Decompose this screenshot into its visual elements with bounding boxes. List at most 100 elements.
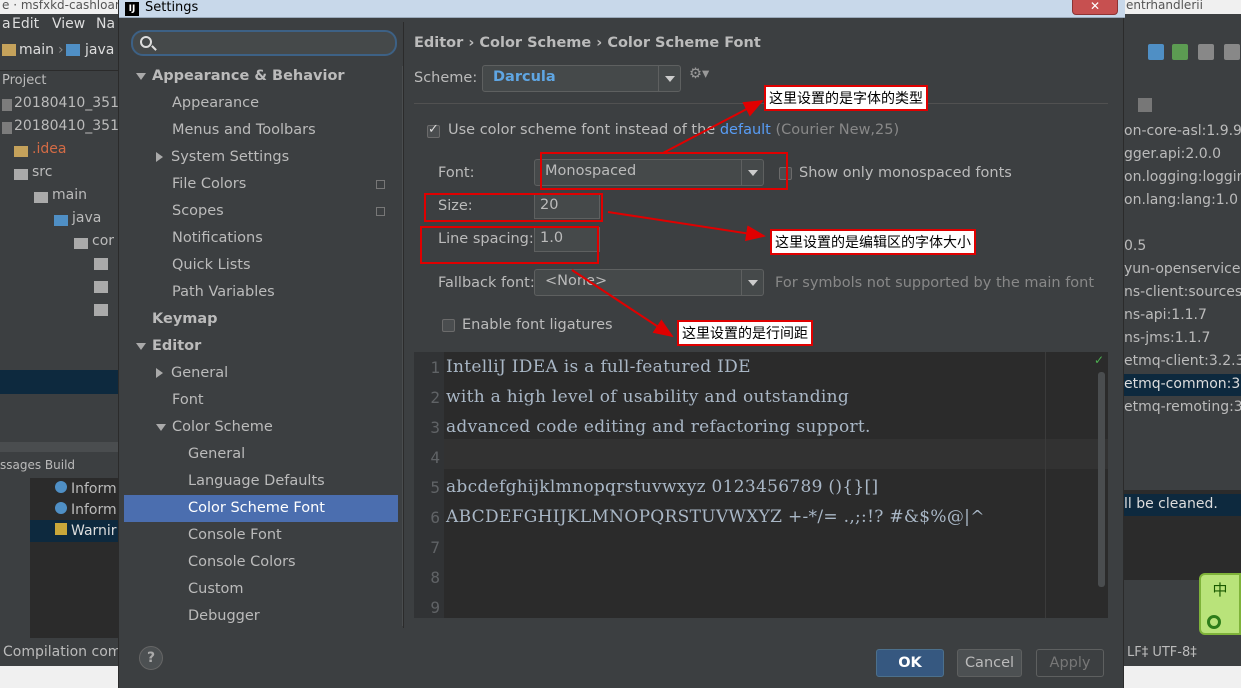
annotation-line-spacing: 这里设置的是行间距 (677, 320, 813, 346)
chevron-down-icon[interactable] (136, 342, 146, 350)
chevron-down-icon[interactable] (136, 72, 146, 80)
chevron-down-icon[interactable] (156, 423, 166, 431)
bg-lib-item[interactable]: ns-client:sources:1 (1124, 284, 1241, 300)
cancel-button[interactable]: Cancel (957, 649, 1022, 677)
help-button[interactable]: ? (139, 646, 163, 670)
bg-tree-item[interactable]: src (14, 164, 52, 186)
bg-lib-item[interactable]: 0.5 (1124, 238, 1146, 254)
bg-menu-edit[interactable]: Edit (12, 16, 39, 32)
bg-project-tree: 20180410_3511 20180410_3511 .idea src ma… (0, 93, 118, 448)
settings-tree-label: Color Scheme (172, 419, 273, 435)
bg-lib-item[interactable]: gger.api:2.0.0 (1124, 146, 1221, 162)
bg-lib-item[interactable]: on.logging:logging (1124, 169, 1241, 185)
bg-lib-item[interactable]: on.lang:lang:1.0 (1124, 192, 1238, 208)
settings-tree-label: Notifications (172, 230, 263, 246)
settings-tree-item[interactable]: Appearance (156, 90, 259, 117)
vcs-icon[interactable] (1148, 44, 1164, 60)
bg-message-item[interactable]: Inform (55, 502, 117, 518)
bg-message-item[interactable]: Warnir (55, 523, 117, 539)
ok-button[interactable]: OK (876, 649, 944, 677)
settings-tree-item[interactable]: Keymap (136, 306, 218, 333)
bg-tree-item[interactable]: main (34, 187, 87, 209)
breadcrumb: Editor › Color Scheme › Color Scheme Fon… (414, 35, 761, 51)
chevron-right-icon[interactable] (156, 368, 163, 378)
bg-lib-item[interactable]: on-core-asl:1.9.9 (1124, 123, 1241, 139)
settings-tree-item[interactable]: Color Scheme (156, 414, 273, 441)
apply-button[interactable]: Apply (1036, 649, 1104, 677)
settings-tree-label: Path Variables (172, 284, 275, 300)
revert-icon[interactable] (1224, 44, 1240, 60)
use-scheme-font-label: Use color scheme font instead of the def… (448, 122, 900, 138)
gear-icon[interactable]: ⚙▾ (689, 66, 709, 82)
bg-lib-item[interactable]: etmq-common:3. (1124, 376, 1241, 392)
settings-tree-item[interactable]: Language Defaults (172, 468, 325, 495)
settings-tree-item[interactable]: Quick Lists (156, 252, 251, 279)
fallback-hint: For symbols not supported by the main fo… (775, 275, 1095, 291)
settings-tree-item[interactable]: Path Variables (156, 279, 275, 306)
bg-menu-nav[interactable]: Na (96, 16, 115, 32)
preview-text-line: with a high level of usability and outst… (446, 387, 850, 407)
settings-tree-item[interactable]: Scopes (156, 198, 224, 225)
settings-tree-label: System Settings (171, 149, 290, 165)
info-icon (55, 502, 67, 514)
line-number: 8 (430, 568, 440, 587)
settings-tree-item[interactable]: General (156, 360, 228, 387)
bg-lib-item[interactable]: etmq-remoting:3 (1124, 399, 1241, 415)
bg-tree-item[interactable]: cor (74, 233, 114, 255)
gear-icon[interactable] (1207, 615, 1221, 629)
bg-lib-item[interactable]: etmq-client:3.2.3 (1124, 353, 1241, 369)
preview-scrollbar[interactable] (1098, 372, 1105, 587)
settings-tree-item[interactable]: Menus and Toolbars (156, 117, 316, 144)
bg-lib-item[interactable]: ns-jms:1.1.7 (1124, 330, 1210, 346)
settings-tree-item[interactable]: Console Font (172, 522, 282, 549)
settings-tree-item[interactable]: Notifications (156, 225, 263, 252)
settings-tree-item[interactable]: Debugger (172, 603, 260, 628)
bg-message-item[interactable]: Inform (55, 481, 117, 497)
bg-tree-item[interactable]: .idea (14, 141, 66, 163)
default-font-link[interactable]: default (720, 122, 771, 138)
vcs-update-icon[interactable] (1172, 44, 1188, 60)
settings-tree-item[interactable]: File Colors (156, 171, 246, 198)
use-scheme-font-checkbox[interactable] (427, 122, 440, 138)
bg-nav-main[interactable]: main (19, 42, 54, 58)
bg-status-left: Compilation com (0, 642, 118, 666)
module-icon (2, 99, 12, 111)
ime-toolbar[interactable]: 中 (1199, 573, 1241, 635)
bg-status-right[interactable]: LF‡ UTF-8‡ (1127, 645, 1197, 660)
settings-icon[interactable] (1138, 98, 1152, 112)
folder-icon (54, 215, 68, 226)
bg-tree-item[interactable]: 20180410_3511 (2, 95, 118, 117)
annotation-line-spacing-box (420, 226, 599, 264)
settings-tree-item[interactable]: Font (156, 387, 204, 414)
chevron-right-icon[interactable] (156, 152, 163, 162)
settings-tree-item[interactable]: General (172, 441, 245, 468)
bg-navbar: main › java (0, 40, 118, 66)
scheme-dropdown[interactable]: Darcula (482, 65, 681, 92)
preview-text-line: advanced code editing and refactoring su… (446, 417, 871, 437)
settings-search-input[interactable] (131, 30, 397, 56)
settings-tree-item[interactable]: Appearance & Behavior (136, 63, 345, 90)
bg-lib-item[interactable]: ns-api:1.1.7 (1124, 307, 1207, 323)
bg-lib-item[interactable]: yun-openservices (1124, 261, 1241, 277)
line-number: 4 (430, 448, 440, 467)
bg-tree-item[interactable]: java (54, 210, 101, 232)
bg-splitter[interactable] (0, 442, 118, 452)
bg-console-text: ll be cleaned. (1124, 496, 1218, 512)
bg-menu-view[interactable]: View (52, 16, 85, 32)
close-button[interactable]: ✕ (1072, 0, 1118, 15)
scheme-value: Darcula (493, 69, 556, 85)
dialog-titlebar[interactable]: IJ Settings (119, 0, 1125, 18)
settings-tree-item[interactable]: Color Scheme Font (124, 495, 398, 522)
settings-tree-item[interactable]: Custom (172, 576, 244, 603)
history-icon[interactable] (1198, 44, 1214, 60)
bg-tree-item[interactable]: 20180410_3511 (2, 118, 118, 140)
ligatures-checkbox[interactable] (442, 319, 455, 332)
settings-tree-item[interactable]: System Settings (156, 144, 289, 171)
bg-nav-java[interactable]: java (85, 42, 114, 58)
bg-menu-item[interactable]: a (2, 16, 11, 32)
settings-tree-item[interactable]: Editor (136, 333, 201, 360)
fallback-font-dropdown[interactable]: <None> (534, 269, 764, 296)
ime-chinese-mode[interactable]: 中 (1201, 579, 1239, 600)
settings-tree-item[interactable]: Console Colors (172, 549, 296, 576)
font-preview-editor[interactable]: 1 IntelliJ IDEA is a full-featured IDE 2 wi… (414, 352, 1108, 618)
